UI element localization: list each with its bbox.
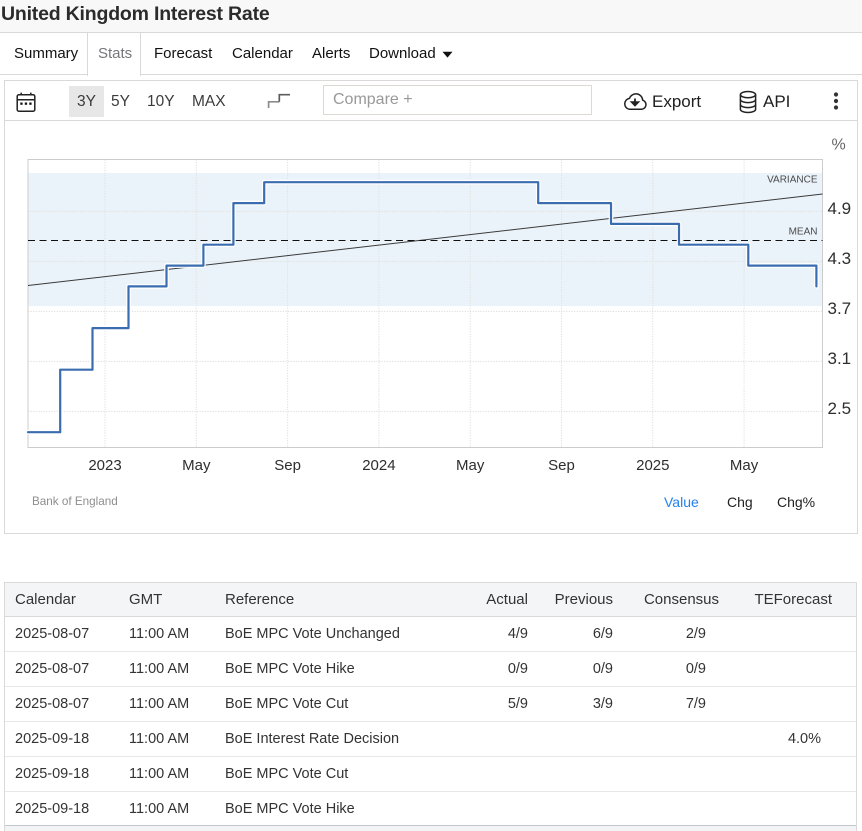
svg-text:4.3: 4.3 (828, 249, 852, 268)
svg-text:4.9: 4.9 (828, 199, 852, 218)
svg-text:2025: 2025 (636, 457, 669, 474)
svg-text:3.1: 3.1 (828, 349, 852, 368)
svg-text:2.5: 2.5 (828, 399, 852, 418)
svg-text:%: % (832, 137, 846, 154)
svg-text:3.7: 3.7 (828, 299, 852, 318)
svg-text:May: May (456, 457, 485, 474)
svg-text:VARIANCE: VARIANCE (767, 175, 818, 186)
svg-text:2024: 2024 (362, 457, 395, 474)
svg-text:May: May (182, 457, 211, 474)
svg-text:May: May (730, 457, 759, 474)
svg-text:Sep: Sep (548, 457, 575, 474)
svg-text:2023: 2023 (88, 457, 121, 474)
svg-text:MEAN: MEAN (789, 227, 818, 238)
svg-text:Sep: Sep (274, 457, 301, 474)
